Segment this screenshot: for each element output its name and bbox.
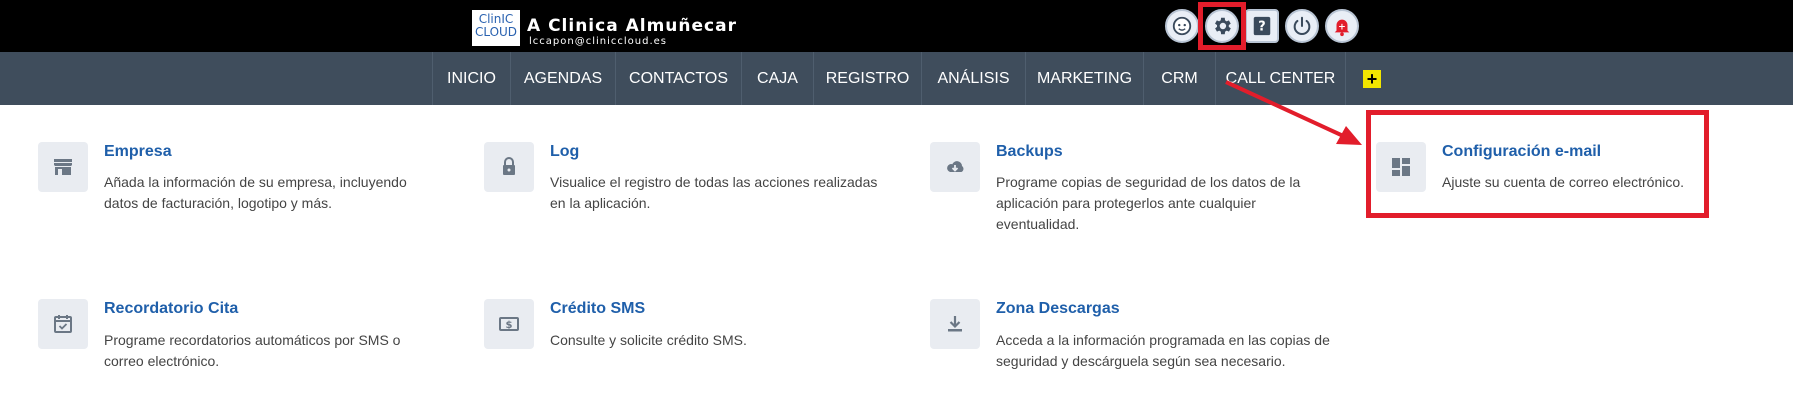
cliniccloud-logo[interactable]: ClinIC CLOUD xyxy=(472,10,520,46)
user-face-icon[interactable] xyxy=(1165,9,1199,43)
logo-text-bottom: CLOUD xyxy=(474,25,518,39)
calendar-check-icon xyxy=(38,299,88,349)
nav-marketing[interactable]: MARKETING xyxy=(1025,52,1143,105)
main-navbar: INICIO AGENDAS CONTACTOS CAJA REGISTRO A… xyxy=(0,52,1793,105)
card-title[interactable]: Crédito SMS xyxy=(550,300,645,318)
annotation-gear-highlight xyxy=(1198,2,1246,50)
clinic-name: A Clinica Almuñecar xyxy=(527,16,737,36)
bell-icon[interactable]: + xyxy=(1325,9,1359,43)
help-icon[interactable]: ? xyxy=(1245,9,1279,43)
user-email: lccapon@cliniccloud.es xyxy=(529,36,667,47)
card-description: Consulte y solicite crédito SMS. xyxy=(550,332,747,348)
lock-icon xyxy=(484,142,534,192)
card-description: Programe recordatorios automáticos por S… xyxy=(104,332,401,369)
nav-contactos[interactable]: CONTACTOS xyxy=(615,52,741,105)
svg-text:+: + xyxy=(1338,22,1346,33)
svg-text:?: ? xyxy=(1258,20,1265,35)
money-icon: $ xyxy=(484,299,534,349)
card-title[interactable]: Recordatorio Cita xyxy=(104,300,238,318)
card-description: Acceda a la información programada en la… xyxy=(996,332,1330,369)
nav-crm[interactable]: CRM xyxy=(1143,52,1215,105)
nav-registro[interactable]: REGISTRO xyxy=(813,52,921,105)
card-title[interactable]: Backups xyxy=(996,143,1063,161)
card-description: Añada la información de su empresa, incl… xyxy=(104,174,407,211)
download-icon xyxy=(930,299,980,349)
power-icon[interactable] xyxy=(1285,9,1319,43)
svg-text:$: $ xyxy=(506,320,513,331)
nav-analisis[interactable]: ANÁLISIS xyxy=(921,52,1025,105)
nav-add-button[interactable]: + xyxy=(1363,70,1381,88)
plus-icon: + xyxy=(1366,69,1378,89)
nav-call-center[interactable]: CALL CENTER xyxy=(1215,52,1346,105)
card-title[interactable]: Log xyxy=(550,143,579,161)
nav-inicio[interactable]: INICIO xyxy=(432,52,510,105)
nav-caja[interactable]: CAJA xyxy=(741,52,813,105)
card-title[interactable]: Empresa xyxy=(104,143,172,161)
card-description: Visualice el registro de todas las accio… xyxy=(550,174,878,211)
cloud-download-icon xyxy=(930,142,980,192)
card-title[interactable]: Zona Descargas xyxy=(996,300,1120,318)
top-bar: ClinIC CLOUD A Clinica Almuñecar lccapon… xyxy=(0,0,1793,52)
nav-agendas[interactable]: AGENDAS xyxy=(510,52,615,105)
card-description: Programe copias de seguridad de los dato… xyxy=(996,174,1301,232)
store-icon xyxy=(38,142,88,192)
annotation-email-config-highlight xyxy=(1366,110,1709,218)
